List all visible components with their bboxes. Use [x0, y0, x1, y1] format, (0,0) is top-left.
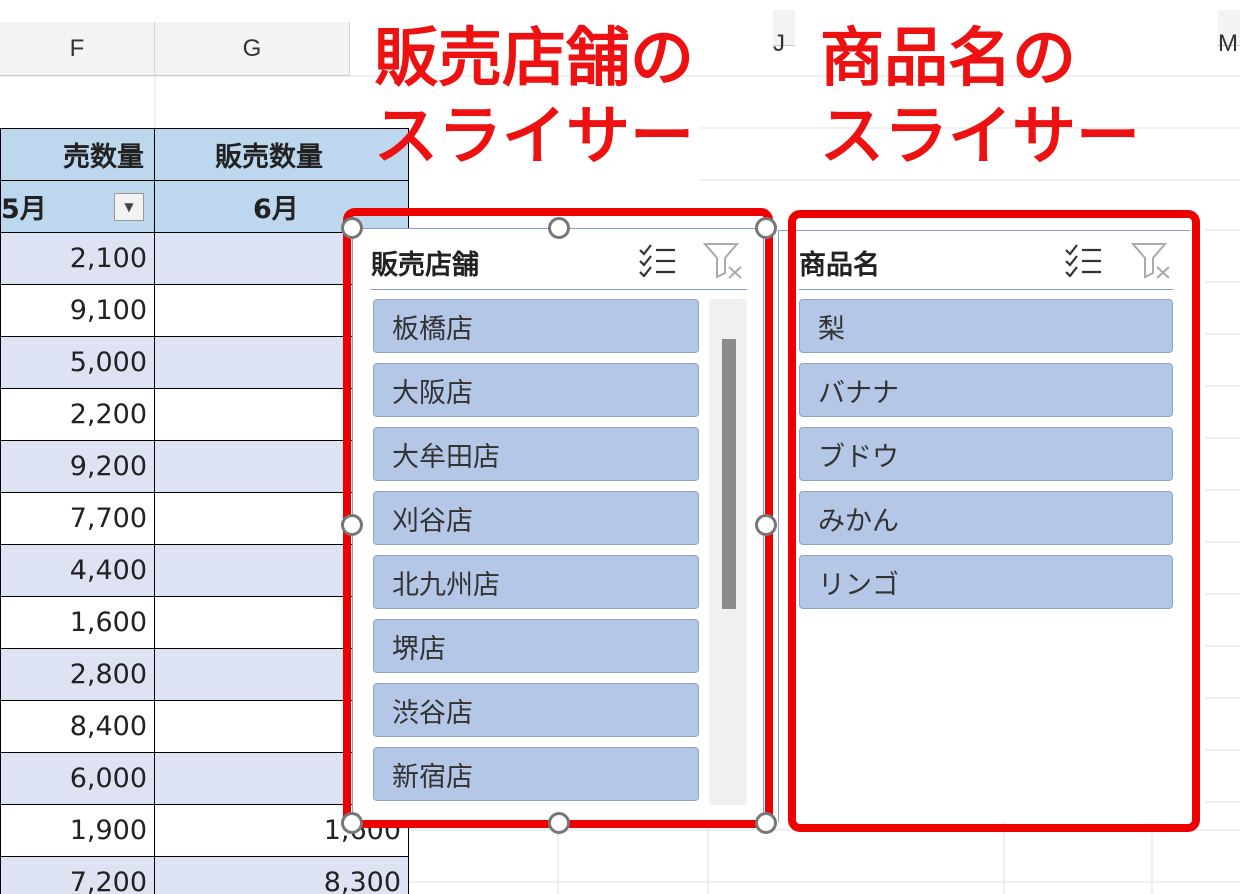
table-cell[interactable]: 7,700 — [0, 492, 155, 545]
table-cell[interactable]: 9,200 — [0, 440, 155, 493]
table-cell[interactable]: 8,300 — [154, 856, 409, 894]
annotation-line: スライサー — [820, 100, 1140, 174]
header-text: 6月 — [253, 194, 299, 225]
store-slicer-annotation: 販売店舗の スライサー — [374, 20, 694, 176]
column-header-label: J — [773, 30, 785, 57]
table-cell[interactable]: 5,000 — [0, 336, 155, 389]
column-header-label: G — [242, 34, 262, 62]
column-header-m[interactable]: M — [1218, 10, 1240, 57]
spreadsheet: F G J M 売数量 販売数量 5月 ▼ 6月 2,1005,9,1009,5… — [0, 0, 1240, 894]
resize-handle[interactable] — [755, 217, 777, 239]
table-cell[interactable]: 4,400 — [0, 544, 155, 597]
table-cell[interactable]: 2,800 — [0, 648, 155, 701]
dropdown-arrow-icon[interactable]: ▼ — [114, 193, 144, 221]
resize-handle[interactable] — [341, 217, 363, 239]
table-cell[interactable]: 8,400 — [0, 700, 155, 753]
resize-handle[interactable] — [341, 514, 363, 536]
table-row: 7,200 8,300 — [0, 856, 409, 894]
annotation-line: 商品名の — [820, 22, 1076, 96]
resize-handle[interactable] — [548, 217, 570, 239]
resize-handle[interactable] — [755, 812, 777, 834]
annotation-line: スライサー — [374, 100, 694, 174]
store-slicer-highlight — [343, 208, 773, 828]
header-text: 5月 — [1, 194, 47, 225]
header-cell[interactable]: 売数量 — [0, 128, 155, 181]
product-slicer-annotation: 商品名の スライサー — [820, 20, 1140, 176]
product-slicer-highlight — [788, 210, 1200, 832]
column-header-f[interactable]: F — [0, 22, 155, 76]
table-cell[interactable]: 1,600 — [0, 596, 155, 649]
header-text: 売数量 — [63, 142, 144, 173]
column-header-g[interactable]: G — [155, 22, 350, 76]
column-header-label: M — [1218, 30, 1238, 57]
table-cell[interactable]: 6,000 — [0, 752, 155, 805]
column-header-label: F — [69, 34, 85, 62]
resize-handle[interactable] — [548, 812, 570, 834]
resize-handle[interactable] — [755, 514, 777, 536]
column-header-j[interactable]: J — [773, 10, 795, 57]
header-text: 販売数量 — [215, 142, 323, 173]
table-cell[interactable]: 9,100 — [0, 284, 155, 337]
annotation-line: 販売店舗の — [374, 22, 694, 96]
table-cell[interactable]: 1,900 — [0, 804, 155, 857]
table-cell[interactable]: 2,100 — [0, 232, 155, 285]
resize-handle[interactable] — [341, 812, 363, 834]
table-cell[interactable]: 2,200 — [0, 388, 155, 441]
table-cell[interactable]: 7,200 — [0, 856, 155, 894]
header-cell[interactable]: 5月 ▼ — [0, 180, 155, 233]
header-cell[interactable]: 販売数量 — [154, 128, 409, 181]
